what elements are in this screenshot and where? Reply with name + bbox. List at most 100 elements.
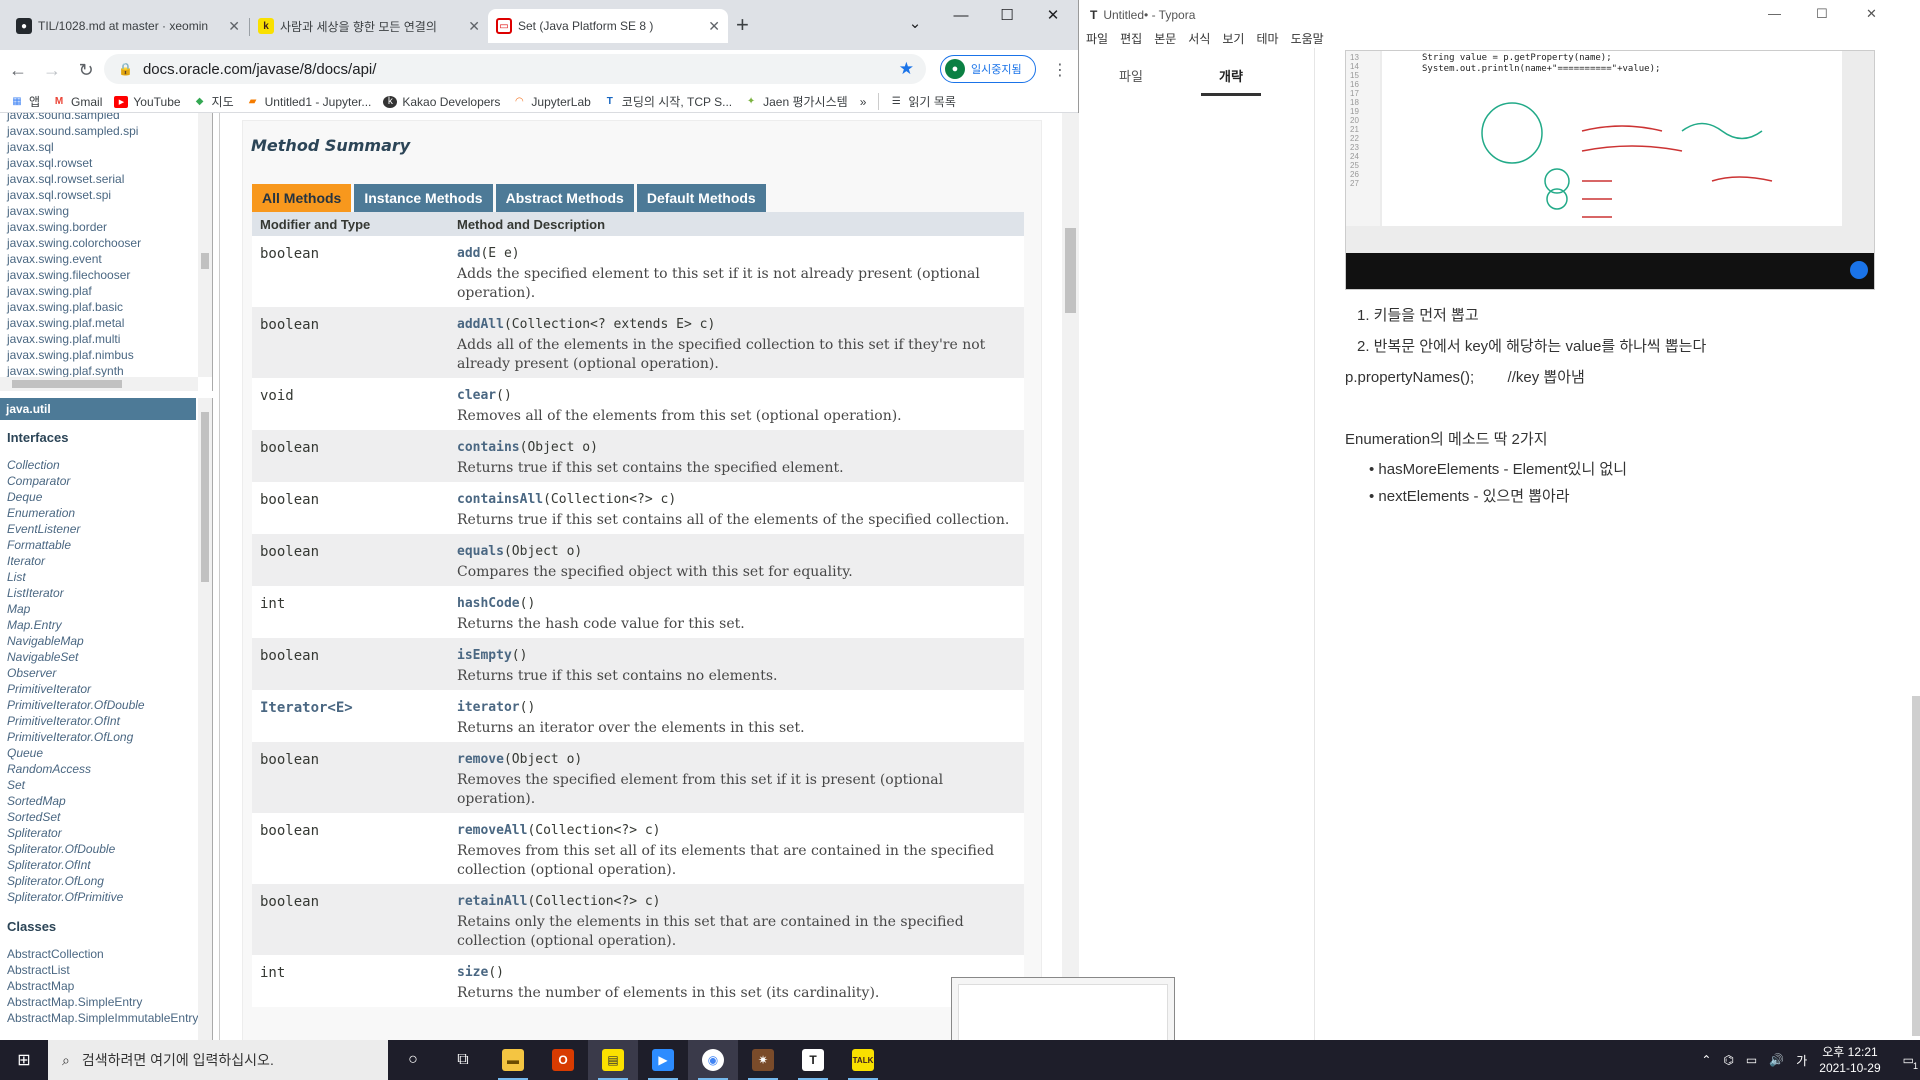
package-link[interactable]: javax.swing.filechooser	[7, 267, 212, 283]
cortana-button[interactable]: ○	[388, 1040, 438, 1080]
package-header[interactable]: java.util	[0, 398, 196, 420]
package-link[interactable]: javax.swing.plaf.basic	[7, 299, 212, 315]
class-link[interactable]: AbstractCollection	[0, 946, 212, 962]
method-name-link[interactable]: contains	[457, 440, 520, 455]
interface-link[interactable]: Spliterator.OfPrimitive	[0, 889, 212, 905]
minimize-button[interactable]: —	[1768, 6, 1781, 21]
package-link[interactable]: javax.swing.plaf.metal	[7, 315, 212, 331]
bookmark-jaen[interactable]: ✦ Jaen 평가시스템	[744, 93, 848, 110]
package-link[interactable]: javax.swing.plaf.multi	[7, 331, 212, 347]
maximize-button[interactable]: ☐	[1816, 6, 1828, 22]
menu-item[interactable]: 파일	[1086, 30, 1108, 48]
interface-link[interactable]: SortedSet	[0, 809, 212, 825]
interface-link[interactable]: Collection	[0, 457, 212, 473]
package-link[interactable]: javax.swing.event	[7, 251, 212, 267]
network-icon[interactable]: ⌬	[1723, 1053, 1733, 1067]
package-link[interactable]: javax.sql.rowset.serial	[7, 171, 212, 187]
interface-link[interactable]: PrimitiveIterator.OfDouble	[0, 697, 212, 713]
interface-link[interactable]: Spliterator.OfDouble	[0, 841, 212, 857]
interface-link[interactable]: ListIterator	[0, 585, 212, 601]
ime-icon[interactable]: 가	[1796, 1052, 1807, 1069]
interface-link[interactable]: List	[0, 569, 212, 585]
package-link[interactable]: javax.sql	[7, 139, 212, 155]
method-name-link[interactable]: clear	[457, 388, 496, 403]
profile-button[interactable]: ● 일시중지됨	[940, 55, 1036, 83]
interface-link[interactable]: Queue	[0, 745, 212, 761]
bookmark-maps[interactable]: ◆ 지도	[193, 93, 234, 110]
chrome-button[interactable]: ◉	[688, 1040, 738, 1080]
horizontal-scrollbar[interactable]	[0, 377, 198, 391]
package-link[interactable]: javax.swing	[7, 203, 212, 219]
menu-kebab-icon[interactable]: ⋮	[1052, 60, 1068, 80]
close-icon[interactable]: ✕	[708, 18, 720, 35]
close-icon[interactable]: ✕	[468, 18, 480, 35]
bookmark-youtube[interactable]: ▶ YouTube	[114, 95, 181, 109]
office-button[interactable]: O	[538, 1040, 588, 1080]
interface-link[interactable]: Observer	[0, 665, 212, 681]
interface-link[interactable]: Enumeration	[0, 505, 212, 521]
zoom-button[interactable]: ▶	[638, 1040, 688, 1080]
tab-github[interactable]: ● TIL/1028.md at master · xeomin ✕	[8, 9, 248, 43]
task-view-button[interactable]: ⧉	[438, 1040, 488, 1080]
vertical-scrollbar[interactable]	[198, 113, 212, 377]
tab-set-javadoc[interactable]: ▭ Set (Java Platform SE 8 ) ✕	[488, 9, 728, 43]
kakaotalk-button[interactable]: TALK	[838, 1040, 888, 1080]
new-tab-button[interactable]: +	[736, 12, 749, 38]
volume-icon[interactable]: 🔊	[1769, 1053, 1784, 1067]
bookmark-jupyter[interactable]: ▰ Untitled1 - Jupyter...	[246, 95, 372, 109]
method-name-link[interactable]: isEmpty	[457, 648, 512, 663]
typora-editor[interactable]: 13 14 15 16 17 18 19 20 21 22 23 24 25 26 27 String va…	[1345, 48, 1905, 1040]
tab-outline[interactable]: 개략	[1201, 66, 1261, 96]
method-name-link[interactable]: removeAll	[457, 823, 527, 838]
method-name-link[interactable]: containsAll	[457, 492, 543, 507]
interface-link[interactable]: Iterator	[0, 553, 212, 569]
close-window-button[interactable]: ✕	[1866, 6, 1877, 22]
method-name-link[interactable]: addAll	[457, 317, 504, 332]
address-bar[interactable]: 🔒 docs.oracle.com/javase/8/docs/api/ ★	[104, 54, 926, 84]
chevron-up-icon[interactable]: ⌃	[1701, 1053, 1711, 1067]
interface-link[interactable]: RandomAccess	[0, 761, 212, 777]
start-button[interactable]: ⊞	[0, 1040, 48, 1080]
class-link[interactable]: AbstractMap.SimpleEntry	[0, 994, 212, 1010]
method-name-link[interactable]: hashCode	[457, 596, 520, 611]
reload-button[interactable]: ↻	[76, 60, 96, 81]
package-link[interactable]: javax.sql.rowset.spi	[7, 187, 212, 203]
tab-abstract-methods[interactable]: Abstract Methods	[495, 184, 634, 212]
back-button[interactable]: ←	[8, 60, 28, 81]
package-link[interactable]: javax.sound.sampled.spi	[7, 123, 212, 139]
bookmark-apps[interactable]: ▦ 앱	[10, 93, 40, 110]
menu-item[interactable]: 편집	[1120, 30, 1142, 48]
page-scrollbar[interactable]	[1062, 113, 1079, 1040]
typora-button[interactable]: T	[788, 1040, 838, 1080]
interface-link[interactable]: Map	[0, 601, 212, 617]
interface-link[interactable]: Set	[0, 777, 212, 793]
method-name-link[interactable]: remove	[457, 752, 504, 767]
interface-link[interactable]: EventListener	[0, 521, 212, 537]
method-name-link[interactable]: equals	[457, 544, 504, 559]
tab-instance-methods[interactable]: Instance Methods	[354, 184, 493, 212]
vertical-scrollbar[interactable]	[198, 398, 212, 1040]
notification-icon[interactable]: ▭ 1	[1903, 1053, 1918, 1071]
bookmark-kakao-dev[interactable]: k Kakao Developers	[383, 95, 500, 109]
sticky-notes-button[interactable]: ▤	[588, 1040, 638, 1080]
minimize-button[interactable]: —	[938, 0, 984, 30]
interface-link[interactable]: Spliterator.OfInt	[0, 857, 212, 873]
tab-files[interactable]: 파일	[1119, 66, 1143, 96]
tab-default-methods[interactable]: Default Methods	[636, 184, 766, 212]
close-icon[interactable]: ✕	[228, 18, 240, 35]
package-link[interactable]: javax.swing.plaf.nimbus	[7, 347, 212, 363]
forward-button[interactable]: →	[42, 60, 62, 81]
menu-item[interactable]: 본문	[1154, 30, 1176, 48]
package-link[interactable]: javax.sql.rowset	[7, 155, 212, 171]
interface-link[interactable]: Spliterator	[0, 825, 212, 841]
interface-link[interactable]: Map.Entry	[0, 617, 212, 633]
menu-item[interactable]: 도움말	[1291, 30, 1324, 48]
interface-link[interactable]: PrimitiveIterator	[0, 681, 212, 697]
clock[interactable]: 오후 12:21 2021-10-29	[1819, 1044, 1880, 1076]
package-link[interactable]: javax.swing.colorchooser	[7, 235, 212, 251]
display-icon[interactable]: ▭	[1746, 1053, 1757, 1067]
reading-list-button[interactable]: ☰ 읽기 목록	[878, 93, 956, 110]
method-name-link[interactable]: size	[457, 965, 488, 980]
close-window-button[interactable]: ✕	[1030, 0, 1076, 30]
package-link[interactable]: javax.swing.plaf	[7, 283, 212, 299]
